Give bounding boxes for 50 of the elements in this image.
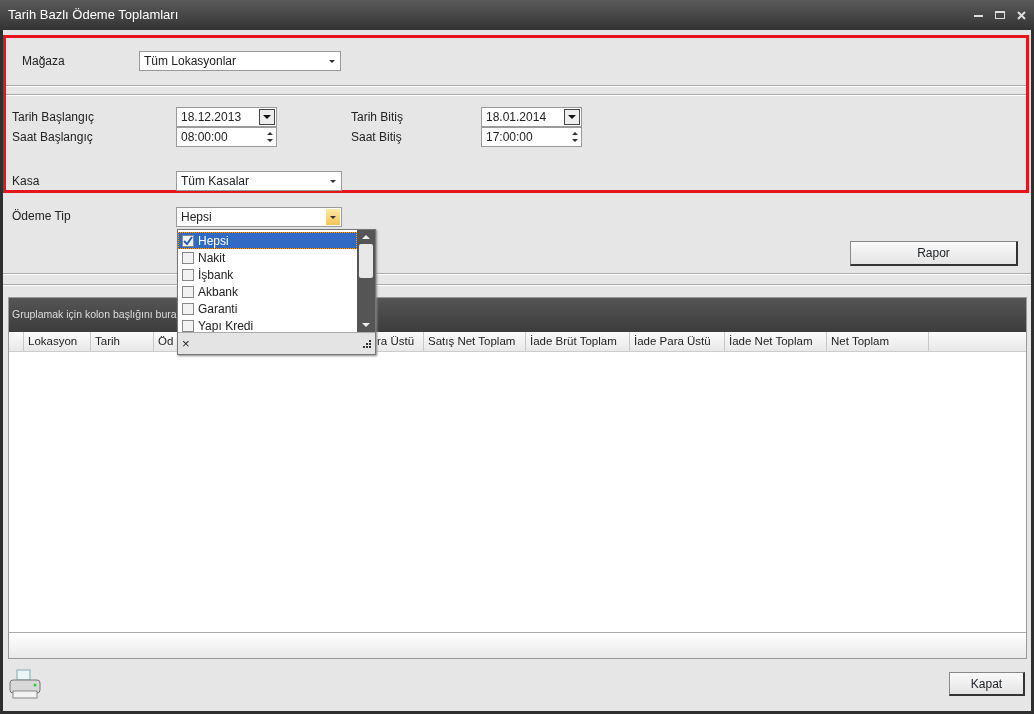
scrollbar-thumb[interactable] — [359, 244, 373, 278]
column-header[interactable]: Tarih — [91, 332, 154, 351]
caret-icon — [329, 59, 335, 63]
date-field[interactable]: 18.12.2013 — [176, 107, 277, 127]
spinner-icon[interactable] — [572, 131, 578, 143]
caret-icon — [330, 179, 336, 183]
close-button[interactable]: Kapat — [949, 672, 1025, 696]
checkbox[interactable] — [182, 285, 194, 298]
field-label: Saat Başlangıç — [12, 129, 94, 146]
caret-icon — [568, 115, 576, 119]
caret-icon — [263, 115, 271, 119]
store-dropdown[interactable]: Tüm Lokasyonlar — [139, 51, 341, 71]
maximize-icon[interactable] — [995, 11, 1005, 19]
time-field[interactable]: 08:00:00 — [176, 127, 277, 147]
minimize-icon[interactable] — [974, 13, 983, 17]
list-option[interactable]: Garanti — [178, 300, 357, 317]
field-label: Saat Bitiş — [351, 129, 403, 146]
field-label: Tarih Bitiş — [351, 109, 404, 126]
list-option[interactable]: Hepsi — [178, 232, 357, 249]
list-option[interactable]: Yapı Kredi — [178, 317, 357, 333]
list-option[interactable]: Nakit — [178, 249, 357, 266]
register-dropdown[interactable]: Tüm Kasalar — [176, 171, 342, 191]
field-label: Tarih Başlangıç — [12, 109, 96, 126]
checkbox[interactable] — [182, 302, 194, 315]
window-title: Tarih Bazlı Ödeme Toplamları — [8, 6, 179, 25]
close-icon[interactable] — [1017, 10, 1026, 20]
list-option[interactable]: İşbank — [178, 266, 357, 283]
checkbox[interactable] — [182, 234, 194, 247]
resize-grip-icon[interactable] — [362, 339, 371, 349]
field-label: Mağaza — [22, 53, 66, 70]
checkbox[interactable] — [182, 319, 194, 332]
close-list-button[interactable]: × — [182, 333, 190, 354]
caret-icon — [330, 215, 336, 219]
payment-type-dropdown[interactable]: Hepsi — [176, 207, 342, 227]
group-panel-hint: Gruplamak için kolon başlığını bura — [12, 307, 177, 323]
column-header[interactable]: Satış Net Toplam — [424, 332, 526, 351]
column-header[interactable]: İade Brüt Toplam — [526, 332, 630, 351]
column-header[interactable]: Net Toplam — [827, 332, 929, 351]
column-header[interactable]: Lokasyon — [24, 332, 91, 351]
report-button[interactable]: Rapor — [850, 241, 1018, 266]
column-header[interactable]: İade Para Üstü — [630, 332, 725, 351]
list-option[interactable]: Akbank — [178, 283, 357, 300]
checkbox[interactable] — [182, 251, 194, 264]
checkbox[interactable] — [182, 268, 194, 281]
field-label: Kasa — [12, 173, 41, 190]
column-header[interactable]: İade Net Toplam — [725, 332, 827, 351]
spinner-icon[interactable] — [267, 131, 273, 143]
time-field[interactable]: 17:00:00 — [481, 127, 582, 147]
field-label: Ödeme Tip — [12, 208, 72, 225]
date-field[interactable]: 18.01.2014 — [481, 107, 582, 127]
